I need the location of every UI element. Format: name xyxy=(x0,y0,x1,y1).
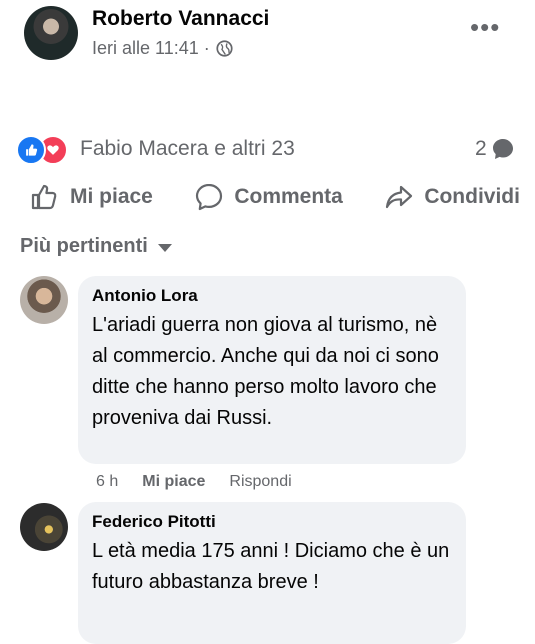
comment-sort-label: Più pertinenti xyxy=(20,235,148,257)
comment-text: L'ariadi guerra non giova al turismo, nè… xyxy=(92,314,439,429)
comment-count-value: 2 xyxy=(475,137,487,160)
chevron-down-icon xyxy=(157,244,172,252)
commenter-name[interactable]: Federico Pitotti xyxy=(92,512,452,532)
commenter-avatar[interactable] xyxy=(20,503,68,551)
globe-icon xyxy=(216,40,233,57)
commenter-name[interactable]: Antonio Lora xyxy=(92,286,452,306)
comment-time[interactable]: 6 h xyxy=(96,473,118,491)
comment-meta: 6 h Mi piace Rispondi xyxy=(96,473,292,491)
comment-button-label: Commenta xyxy=(234,185,343,208)
comment-button[interactable]: Commenta xyxy=(194,182,343,212)
comment-sort-dropdown[interactable]: Più pertinenti xyxy=(20,235,172,258)
comment-text: L età media 175 anni ! Diciamo che è un … xyxy=(92,540,450,593)
share-button-label: Condividi xyxy=(424,185,520,208)
like-button[interactable]: Mi piace xyxy=(30,182,153,212)
comment-bubble: Antonio Lora L'ariadi guerra non giova a… xyxy=(78,276,466,464)
reaction-summary[interactable]: Fabio Macera e altri 23 xyxy=(80,137,295,161)
comment-like-button[interactable]: Mi piace xyxy=(142,473,205,491)
post-timestamp[interactable]: Ieri alle 11:41 · xyxy=(92,38,210,59)
post-author-name[interactable]: Roberto Vannacci xyxy=(92,7,269,31)
comment-reply-button[interactable]: Rispondi xyxy=(229,473,291,491)
post-meta: Ieri alle 11:41 · xyxy=(92,38,233,59)
share-button[interactable]: Condividi xyxy=(384,182,520,212)
reaction-icons[interactable] xyxy=(16,135,68,165)
share-arrow-icon xyxy=(386,185,413,209)
like-reaction-icon xyxy=(16,135,46,165)
commenter-avatar[interactable] xyxy=(20,276,68,324)
comment-icon xyxy=(196,183,223,211)
more-options-button[interactable]: ••• xyxy=(470,14,500,40)
author-avatar[interactable] xyxy=(24,6,78,60)
like-button-label: Mi piace xyxy=(70,185,153,208)
thumbs-up-icon xyxy=(31,184,57,210)
comment-bubble: Federico Pitotti L età media 175 anni ! … xyxy=(78,502,466,644)
comment-bubble-icon xyxy=(492,139,513,159)
post-action-bar: Mi piace Commenta Condividi xyxy=(30,182,520,212)
comment-count[interactable]: 2 xyxy=(475,137,515,161)
